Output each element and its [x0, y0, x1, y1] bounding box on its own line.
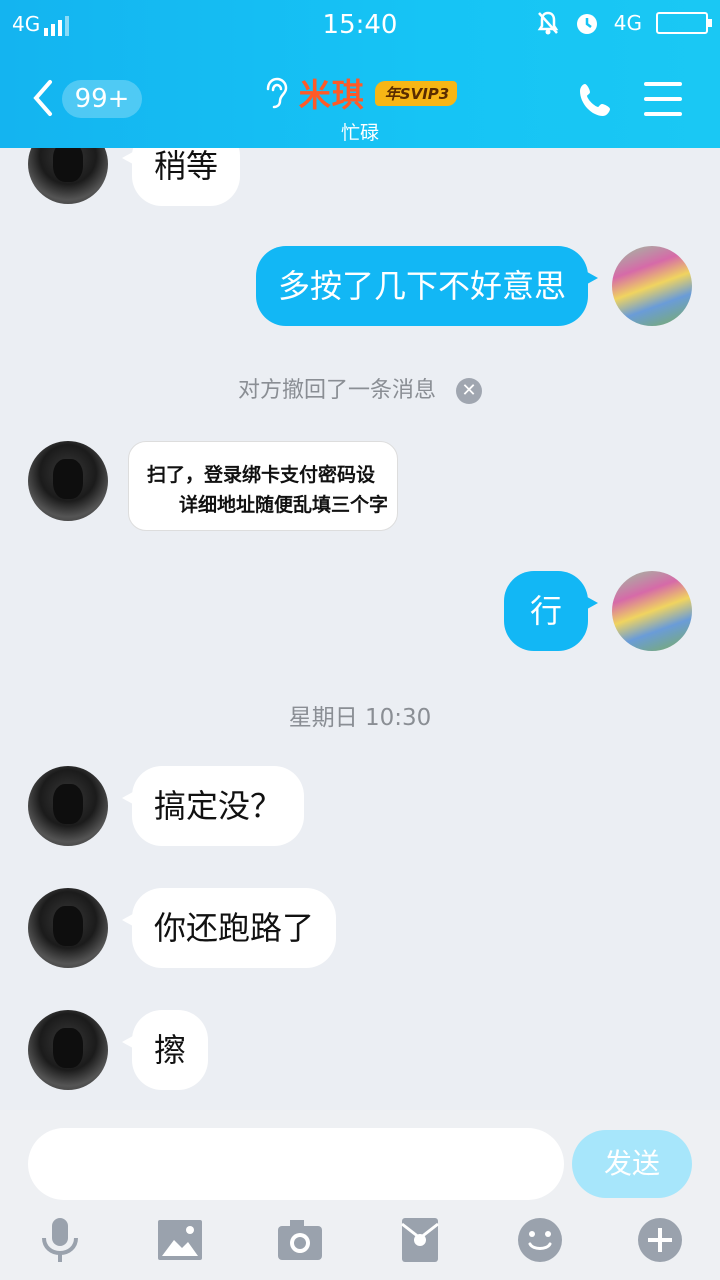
contact-name: 米琪	[298, 76, 365, 114]
ear-icon[interactable]	[263, 76, 289, 110]
contact-avatar[interactable]	[28, 888, 108, 968]
message-bubble-incoming[interactable]: 稍等	[121, 148, 241, 206]
send-button[interactable]: 发送	[572, 1130, 692, 1198]
chat-header: 4G 15:40 4G 99+ 米琪 年SVIP3 忙碌	[0, 0, 720, 148]
plus-icon[interactable]	[636, 1216, 684, 1264]
recall-notice: 对方撤回了一条消息 ✕	[0, 372, 720, 404]
my-avatar[interactable]	[612, 246, 692, 326]
phone-icon[interactable]	[576, 80, 616, 120]
status-bar: 4G 15:40 4G	[0, 0, 720, 52]
alarm-icon	[576, 14, 597, 34]
input-area: 发送	[0, 1110, 720, 1280]
camera-icon[interactable]	[276, 1216, 324, 1264]
vip-badge: 年SVIP3	[374, 80, 458, 106]
contact-status: 忙碌	[340, 122, 379, 144]
mute-notification-icon	[537, 11, 559, 35]
timestamp: 星期日 10:30	[288, 705, 432, 731]
message-input[interactable]	[28, 1128, 564, 1200]
message-bubble-incoming[interactable]: 你还跑路了	[121, 888, 337, 968]
input-toolbar	[0, 1216, 720, 1266]
message-bubble-outgoing[interactable]: 多按了几下不好意思	[255, 246, 599, 326]
close-icon[interactable]: ✕	[456, 378, 482, 404]
message-list[interactable]: 稍等 多按了几下不好意思 对方撤回了一条消息 ✕ 扫了，登录绑卡支付密码设 详细地…	[0, 148, 720, 1110]
my-avatar[interactable]	[612, 571, 692, 651]
red-packet-icon[interactable]	[396, 1216, 444, 1264]
message-bubble-incoming[interactable]: 搞定没？	[121, 766, 305, 846]
menu-icon[interactable]	[644, 82, 682, 116]
contact-avatar[interactable]	[28, 441, 108, 521]
message-bubble-outgoing[interactable]: 行	[503, 571, 599, 651]
image-text-line: 详细地址随便乱填三个字	[179, 494, 389, 516]
emoji-icon[interactable]	[516, 1216, 564, 1264]
recall-notice-text: 对方撤回了一条消息	[237, 378, 436, 403]
contact-avatar[interactable]	[28, 148, 108, 204]
contact-avatar[interactable]	[28, 766, 108, 846]
image-message[interactable]: 扫了，登录绑卡支付密码设 详细地址随便乱填三个字	[128, 441, 398, 531]
microphone-icon[interactable]	[36, 1216, 84, 1264]
image-text-line: 扫了，登录绑卡支付密码设	[147, 464, 376, 486]
battery-icon	[656, 12, 712, 34]
contact-avatar[interactable]	[28, 1010, 108, 1090]
network-label-right: 4G	[613, 11, 642, 35]
image-icon[interactable]	[156, 1216, 204, 1264]
message-bubble-incoming[interactable]: 擦	[121, 1010, 209, 1090]
